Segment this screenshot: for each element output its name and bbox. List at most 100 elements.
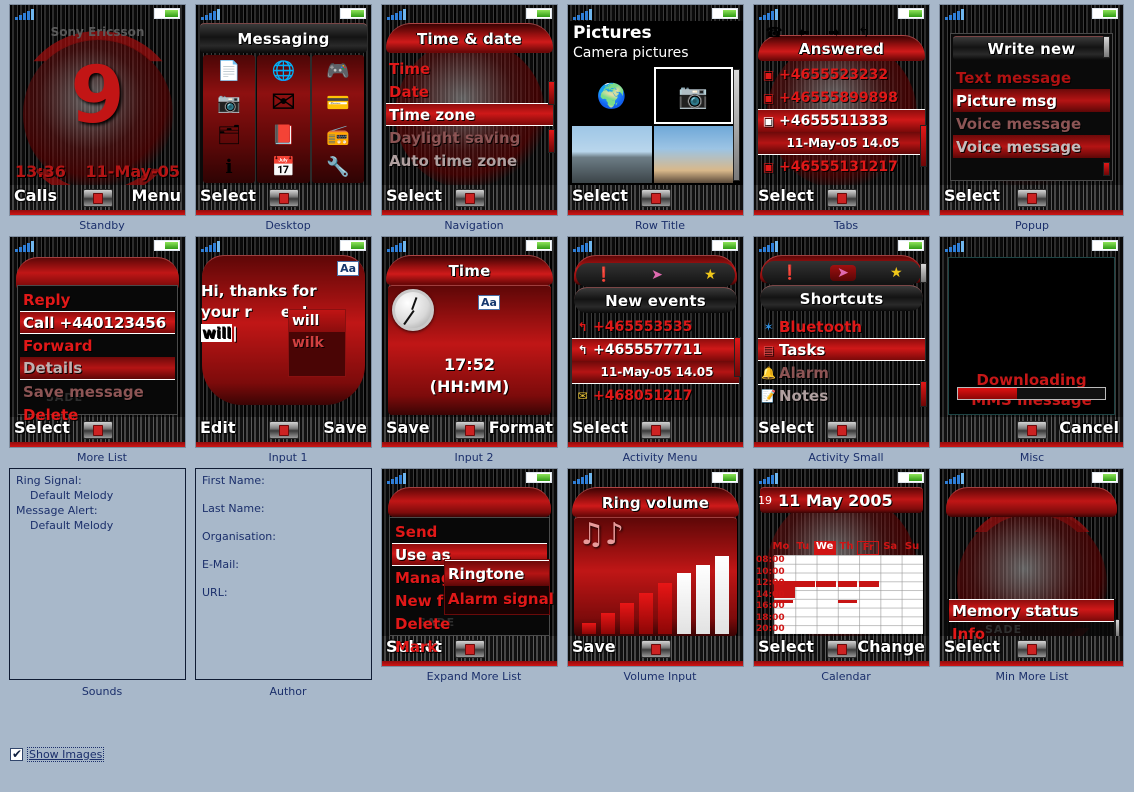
- scrollbar[interactable]: [548, 81, 555, 105]
- scrollbar[interactable]: [920, 125, 927, 167]
- softkey-left[interactable]: Select: [944, 186, 1000, 205]
- preview-cell-input-1[interactable]: Aa Hi, thanks for your rxxxe. I will| wi…: [195, 236, 381, 464]
- joystick-icon[interactable]: [1016, 189, 1047, 207]
- phone-screen-min-more-list[interactable]: Memory status Info SADE Select: [939, 468, 1124, 667]
- phone-screen-more-list[interactable]: Reply Call +440123456 Forward Details Sa…: [9, 236, 186, 448]
- media-card-icon[interactable]: 💳: [326, 93, 350, 113]
- list-item-selected[interactable]: ▤ Tasks: [758, 338, 925, 361]
- list-item[interactable]: ▣ +4655523232: [758, 63, 925, 86]
- scrollbar[interactable]: [920, 381, 927, 407]
- phone-screen-row-title[interactable]: Pictures Camera pictures 🌍 📷 Select: [567, 4, 744, 216]
- calendar-event[interactable]: [816, 581, 836, 588]
- softkey-left[interactable]: Save: [572, 637, 616, 656]
- preview-cell-volume-input[interactable]: Ring volume ♫♪ Save Volume Input: [567, 468, 753, 698]
- list-item[interactable]: ✉ +468051217: [572, 384, 739, 407]
- train-platform-photo[interactable]: [572, 126, 652, 183]
- scrollbar[interactable]: [734, 337, 741, 377]
- joystick-icon[interactable]: [826, 640, 857, 658]
- scrollbar[interactable]: [920, 263, 927, 283]
- menu-list[interactable]: Reply Call +440123456 Forward Details Sa…: [20, 288, 175, 426]
- radio-icon[interactable]: 📻: [326, 125, 350, 145]
- list-item[interactable]: Details: [20, 357, 175, 380]
- softkey-right[interactable]: Cancel: [1059, 418, 1119, 437]
- softkey-left[interactable]: Edit: [200, 418, 236, 437]
- book-icon[interactable]: 📕: [272, 125, 296, 145]
- volume-bar[interactable]: [639, 592, 653, 634]
- phone-info-icon[interactable]: ℹ: [226, 157, 233, 177]
- suggestion-item-selected[interactable]: will: [289, 310, 345, 332]
- phone-screen-activity-small[interactable]: Shortcuts ❗ ➤ ★ ✶ Bluetooth ▤ Tasks 🔔 Al…: [753, 236, 930, 448]
- list-item[interactable]: Date: [386, 80, 553, 103]
- folder-icon[interactable]: 🗂: [217, 125, 241, 145]
- softkey-right[interactable]: Menu: [131, 186, 181, 205]
- joystick-icon[interactable]: [1016, 421, 1047, 439]
- softkey-left[interactable]: Calls: [14, 186, 57, 205]
- preview-cell-sounds[interactable]: Ring Signal: Default Melody Message Aler…: [9, 468, 195, 698]
- list-item[interactable]: Text message: [953, 66, 1110, 89]
- wrench-icon[interactable]: 🔧: [326, 157, 350, 177]
- joystick-icon[interactable]: [82, 189, 113, 207]
- phone-screen-misc[interactable]: ✉ Downloading MMS message Cancel: [939, 236, 1124, 448]
- input-mode-badge[interactable]: Aa: [478, 295, 500, 310]
- list-item[interactable]: ↰ +465553535: [572, 315, 739, 338]
- list-item[interactable]: Save message: [20, 380, 175, 403]
- phone-screen-desktop[interactable]: Messaging 📄 📷 🗂 ℹ 🌐 ✉ 📕 📅 🎮 💳 📻 🔧 Select: [195, 4, 372, 216]
- phone-screen-tabs[interactable]: Answered ☎ ⬅ ➡ ↰ ▣ +4655523232 ▣ +465558…: [753, 4, 930, 216]
- softkey-left[interactable]: Select: [572, 186, 628, 205]
- list-item[interactable]: Mark: [392, 635, 547, 658]
- softkey-left[interactable]: Select: [572, 418, 628, 437]
- volume-bar[interactable]: [658, 582, 672, 634]
- outgoing-call-icon[interactable]: ➡: [821, 25, 847, 41]
- phone-screen-expand-more-list[interactable]: Send Use as Manag New f Delete Mark SADE…: [381, 468, 558, 667]
- phone-screen-activity-menu[interactable]: New events ❗ ➤ ★ ↰ +465553535 ↰ +4655577…: [567, 236, 744, 448]
- phone-screen-volume-input[interactable]: Ring volume ♫♪ Save: [567, 468, 744, 667]
- volume-bar[interactable]: [582, 623, 596, 634]
- list-item[interactable]: Send: [392, 520, 547, 543]
- list-item-selected[interactable]: ↰ +4655577711: [572, 338, 739, 361]
- preview-cell-navigation[interactable]: Time & date Time Date Time zone Daylight…: [381, 4, 567, 232]
- list-item[interactable]: Time: [386, 57, 553, 80]
- calendar-event[interactable]: [838, 581, 858, 588]
- list-item[interactable]: Info: [949, 622, 1114, 645]
- word-suggestion-popup[interactable]: will wilk: [288, 309, 346, 377]
- phone-screen-calendar[interactable]: 19 11 May 2005 Mo Tu We Th Fr Sa Su 08:0…: [753, 468, 930, 667]
- volume-bar[interactable]: [601, 612, 615, 634]
- shortcut-arrow-icon[interactable]: ➤: [829, 265, 856, 281]
- preview-cell-activity-menu[interactable]: New events ❗ ➤ ★ ↰ +465553535 ↰ +4655577…: [567, 236, 753, 464]
- volume-bar[interactable]: [677, 573, 691, 634]
- preview-cell-misc[interactable]: ✉ Downloading MMS message Cancel Misc: [939, 236, 1125, 464]
- suggestion-item[interactable]: wilk: [289, 332, 345, 354]
- shortcut-list[interactable]: ✶ Bluetooth ▤ Tasks 🔔 Alarm 📝 Notes: [758, 315, 925, 407]
- calendar-event[interactable]: [795, 581, 815, 588]
- input-mode-badge[interactable]: Aa: [337, 261, 359, 276]
- phone-screen-input-2[interactable]: Time Aa 17:52 (HH:MM) Save Format: [381, 236, 558, 448]
- night-lights-photo[interactable]: [653, 126, 733, 183]
- list-item[interactable]: 📝 Notes: [758, 384, 925, 407]
- preview-cell-popup[interactable]: Write new Text message Picture msg Voice…: [939, 4, 1125, 232]
- list-item[interactable]: Delete: [20, 403, 175, 426]
- preview-cell-activity-small[interactable]: Shortcuts ❗ ➤ ★ ✶ Bluetooth ▤ Tasks 🔔 Al…: [753, 236, 939, 464]
- joystick-icon[interactable]: [826, 421, 857, 439]
- softkey-left[interactable]: Select: [758, 637, 814, 656]
- exclamation-icon[interactable]: ❗: [591, 267, 617, 283]
- softkey-left[interactable]: Save: [386, 418, 430, 437]
- phone-screen-popup[interactable]: Write new Text message Picture msg Voice…: [939, 4, 1124, 216]
- phone-screen-standby[interactable]: 9 Sony Ericsson 13:36 11-May-05 Calls Me…: [9, 4, 186, 216]
- volume-bar-chart[interactable]: [582, 556, 729, 634]
- list-item[interactable]: Voice message: [953, 112, 1110, 135]
- joystick-icon[interactable]: [640, 421, 671, 439]
- volume-bar[interactable]: [696, 564, 710, 634]
- tab-bar[interactable]: ☎ ⬅ ➡ ↰: [758, 22, 925, 44]
- more-list-box[interactable]: Reply Call +440123456 Forward Details Sa…: [17, 285, 178, 424]
- list-item[interactable]: ▣ +46555899898: [758, 86, 925, 109]
- camera-icon[interactable]: 📷: [217, 93, 241, 113]
- list-item[interactable]: Delete: [392, 612, 547, 635]
- event-list[interactable]: ↰ +465553535 ↰ +4655577711 11-May-05 14.…: [572, 315, 739, 407]
- list-item[interactable]: Auto time zone: [386, 149, 553, 172]
- softkey-left[interactable]: Select: [200, 186, 256, 205]
- list-item[interactable]: Reply: [20, 288, 175, 311]
- joystick-icon[interactable]: [640, 189, 671, 207]
- joystick-icon[interactable]: [640, 640, 671, 658]
- desktop-icon-grid[interactable]: 📄 📷 🗂 ℹ 🌐 ✉ 📕 📅 🎮 💳 📻 🔧: [203, 55, 364, 183]
- softkey-right[interactable]: Save: [323, 418, 367, 437]
